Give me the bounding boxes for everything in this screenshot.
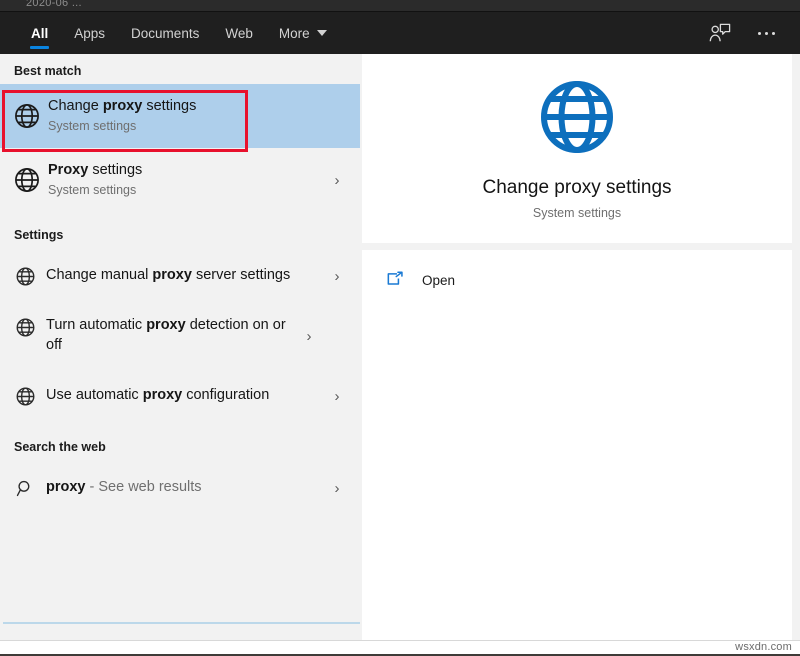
result-subtitle: System settings [48, 118, 137, 133]
globe-icon [15, 104, 39, 128]
results-pane: Best match Change proxy settings System … [0, 54, 360, 642]
result-title: Proxy settings [48, 161, 143, 178]
result-icon-wrap [14, 318, 46, 337]
tab-active-underline [30, 46, 50, 49]
tab-documents-label: Documents [131, 25, 200, 41]
result-use-automatic-proxy-config[interactable]: Use automatic proxy configuration › [0, 368, 360, 424]
tab-more[interactable]: More [266, 12, 340, 54]
tab-more-label: More [278, 25, 310, 41]
left-pane-bottom-accent [3, 622, 360, 624]
result-text: Change manual proxy server settings [46, 266, 324, 286]
result-web-search[interactable]: proxy - See web results › [0, 460, 360, 516]
globe-icon [15, 168, 39, 192]
chevron-right-icon[interactable]: › [324, 388, 350, 405]
tab-all-label: All [31, 25, 49, 41]
filter-tabs: All Apps Documents Web More [0, 12, 340, 54]
preview-pane: Change proxy settings System settings Op… [360, 54, 800, 640]
chevron-right-icon[interactable]: › [324, 172, 350, 189]
preview-icon-wrap [538, 78, 616, 161]
preview-subtitle: System settings [532, 205, 622, 220]
chevron-right-icon[interactable]: › [296, 328, 322, 345]
search-topbar: 2020-06 ... All Apps Documents Web More [0, 0, 800, 54]
globe-icon [16, 387, 35, 405]
search-web-heading: Search the web [14, 440, 106, 454]
watermark: wsxdn.com [735, 641, 792, 653]
more-options-icon [757, 31, 775, 35]
tab-web-label: Web [225, 25, 253, 41]
chevron-right-icon[interactable]: › [324, 268, 350, 285]
more-options-button[interactable] [746, 16, 786, 50]
search-icon [16, 480, 30, 496]
globe-icon [16, 318, 35, 337]
result-proxy-settings[interactable]: Proxy settings System settings › [0, 148, 360, 212]
chevron-down-icon [316, 30, 327, 36]
action-open[interactable]: Open [362, 260, 792, 300]
result-text: Proxy settings System settings [48, 161, 324, 199]
result-subtitle: System settings [48, 182, 137, 197]
globe-icon [16, 267, 35, 285]
result-title: Change manual proxy server settings [46, 267, 291, 284]
result-icon-wrap [14, 479, 46, 498]
globe-icon-large [541, 80, 613, 153]
topbar-actions [700, 12, 786, 54]
result-title: Turn automatic proxy detection on or off [46, 317, 286, 353]
tab-apps[interactable]: Apps [61, 12, 118, 54]
feedback-icon [709, 23, 731, 42]
result-title: Change proxy settings [48, 97, 197, 114]
tab-all[interactable]: All [18, 12, 61, 54]
result-text: Turn automatic proxy detection on or off [46, 316, 296, 355]
result-text: proxy - See web results [46, 478, 324, 498]
preview-header-card: Change proxy settings System settings [362, 54, 792, 243]
partial-top-text: 2020-06 ... [26, 0, 82, 9]
preview-actions-card: Open [362, 250, 792, 640]
action-icon-wrap [386, 271, 416, 289]
action-label: Open [422, 272, 456, 288]
windows-search-overlay: 2020-06 ... All Apps Documents Web More [0, 0, 800, 656]
result-icon-wrap [14, 267, 46, 286]
settings-heading: Settings [14, 228, 64, 242]
result-text: Use automatic proxy configuration [46, 386, 324, 406]
result-change-manual-proxy[interactable]: Change manual proxy server settings › [0, 248, 360, 304]
result-turn-automatic-proxy[interactable]: Turn automatic proxy detection on or off… [0, 304, 360, 368]
tab-web[interactable]: Web [212, 12, 266, 54]
best-match-heading: Best match [14, 64, 82, 78]
tab-documents[interactable]: Documents [118, 12, 212, 54]
result-icon-wrap [14, 103, 48, 129]
result-best-match[interactable]: Change proxy settings System settings [0, 84, 360, 148]
result-text: Change proxy settings System settings [48, 97, 350, 135]
chevron-right-icon[interactable]: › [324, 480, 350, 497]
result-title: Use automatic proxy configuration [46, 387, 270, 404]
result-icon-wrap [14, 167, 48, 193]
bottom-strip: wsxdn.com [0, 640, 800, 656]
result-icon-wrap [14, 387, 46, 406]
preview-title: Change proxy settings [482, 176, 672, 198]
result-title: proxy - See web results [46, 479, 202, 496]
tab-apps-label: Apps [74, 25, 106, 41]
feedback-button[interactable] [700, 16, 740, 50]
window-top-sliver: 2020-06 ... [0, 0, 800, 12]
open-external-icon [387, 271, 403, 285]
